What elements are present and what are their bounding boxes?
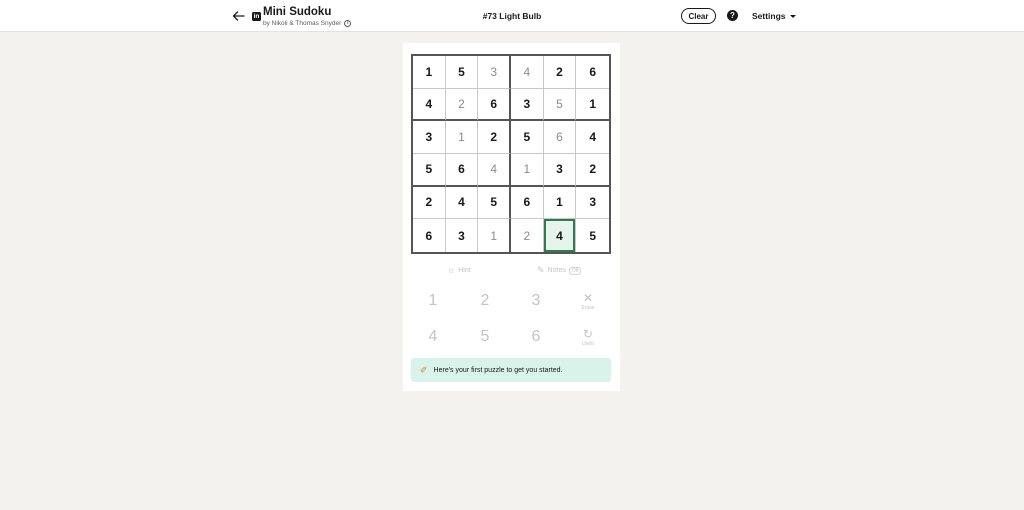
undo-icon: ↻ xyxy=(582,326,594,341)
sudoku-grid: 153426426351312564564132245613631245 xyxy=(411,54,611,254)
sudoku-cell[interactable]: 6 xyxy=(576,56,609,89)
notes-button[interactable]: ✎ Notes Off xyxy=(537,265,582,276)
key-5[interactable]: 5 xyxy=(465,322,505,352)
key-1[interactable]: 1 xyxy=(413,286,453,316)
top-bar: in Mini Sudoku by Nikoli & Thomas Snyder… xyxy=(0,0,1024,32)
lightbulb-icon: ☼ xyxy=(447,265,456,275)
sudoku-cell[interactable]: 4 xyxy=(511,56,544,89)
byline-text: by Nikoli & Thomas Snyder xyxy=(263,20,342,27)
sudoku-cell[interactable]: 4 xyxy=(478,154,511,187)
sudoku-cell[interactable]: 2 xyxy=(478,121,511,154)
sudoku-cell[interactable]: 2 xyxy=(543,56,577,89)
app-byline: by Nikoli & Thomas Snyder i xyxy=(263,20,352,27)
game-card: 153426426351312564564132245613631245 ☼ H… xyxy=(403,43,620,391)
sudoku-cell[interactable]: 6 xyxy=(445,154,479,187)
sudoku-cell[interactable]: 5 xyxy=(445,56,479,89)
clear-button[interactable]: Clear xyxy=(681,8,716,24)
pencil-icon: ✎ xyxy=(537,265,545,275)
info-icon[interactable]: i xyxy=(344,20,352,27)
sudoku-cell[interactable]: 1 xyxy=(576,89,609,122)
sudoku-cell[interactable]: 2 xyxy=(413,186,446,220)
sudoku-cell[interactable]: 4 xyxy=(413,88,446,122)
sudoku-cell[interactable]: 3 xyxy=(446,219,479,252)
sudoku-cell[interactable]: 5 xyxy=(413,154,446,187)
sudoku-cell[interactable]: 2 xyxy=(445,88,479,122)
sudoku-cell[interactable]: 3 xyxy=(543,154,577,187)
help-icon[interactable]: ? xyxy=(727,10,738,21)
sudoku-cell[interactable]: 2 xyxy=(511,219,544,252)
magic-wand-icon: ✐ xyxy=(420,364,428,375)
key-6[interactable]: 6 xyxy=(516,322,556,352)
arrow-left-icon xyxy=(232,11,245,21)
puzzle-title: #73 Light Bulb xyxy=(482,11,542,21)
sudoku-cell[interactable]: 4 xyxy=(445,186,479,220)
sudoku-cell[interactable]: 1 xyxy=(445,121,479,154)
sudoku-cell[interactable]: 6 xyxy=(413,219,446,252)
caret-down-icon xyxy=(789,14,796,18)
sudoku-cell[interactable]: 4 xyxy=(543,219,577,252)
sudoku-cell[interactable]: 1 xyxy=(478,219,511,252)
notes-label: Notes xyxy=(547,267,566,274)
sudoku-cell[interactable]: 1 xyxy=(543,186,577,220)
sudoku-cell[interactable]: 3 xyxy=(511,88,544,122)
sudoku-cell[interactable]: 1 xyxy=(511,154,544,187)
sudoku-cell[interactable]: 6 xyxy=(478,88,511,122)
sudoku-cell[interactable]: 3 xyxy=(478,56,511,89)
erase-label: Erase xyxy=(581,304,595,311)
settings-button[interactable]: Settings xyxy=(752,11,796,21)
notes-state-badge: Off xyxy=(568,266,582,275)
sudoku-cell[interactable]: 5 xyxy=(511,121,544,154)
keypad: 1 2 3 ✕ Erase 4 5 6 ↻ Undo xyxy=(411,283,611,355)
back-button[interactable] xyxy=(230,7,246,25)
settings-label: Settings xyxy=(752,11,786,21)
key-4[interactable]: 4 xyxy=(413,322,453,352)
erase-x-icon: ✕ xyxy=(582,290,594,305)
undo-button[interactable]: ↻ Undo xyxy=(568,322,608,352)
sudoku-cell[interactable]: 6 xyxy=(511,186,544,220)
banner-text: Here's your first puzzle to get you star… xyxy=(433,366,563,374)
key-2[interactable]: 2 xyxy=(465,286,505,316)
sudoku-cell[interactable]: 4 xyxy=(576,121,609,154)
hint-button[interactable]: ☼ Hint xyxy=(447,265,471,275)
app-title: Mini Sudoku xyxy=(263,6,332,18)
undo-label: Undo xyxy=(582,340,594,347)
sudoku-cell[interactable]: 3 xyxy=(576,187,609,220)
sudoku-cell[interactable]: 5 xyxy=(576,219,609,252)
sudoku-cell[interactable]: 1 xyxy=(413,56,446,89)
sudoku-cell[interactable]: 5 xyxy=(478,186,511,220)
erase-button[interactable]: ✕ Erase xyxy=(568,286,608,316)
sudoku-cell[interactable]: 5 xyxy=(543,88,577,122)
linkedin-logo-icon: in xyxy=(252,12,261,21)
sudoku-cell[interactable]: 2 xyxy=(576,154,609,187)
sudoku-cell[interactable]: 3 xyxy=(413,121,446,154)
sudoku-cell[interactable]: 6 xyxy=(543,121,577,154)
hint-label: Hint xyxy=(458,266,471,274)
welcome-banner: ✐ Here's your first puzzle to get you st… xyxy=(411,358,611,382)
key-3[interactable]: 3 xyxy=(516,286,556,316)
tools-row: ☼ Hint ✎ Notes Off xyxy=(411,262,611,278)
